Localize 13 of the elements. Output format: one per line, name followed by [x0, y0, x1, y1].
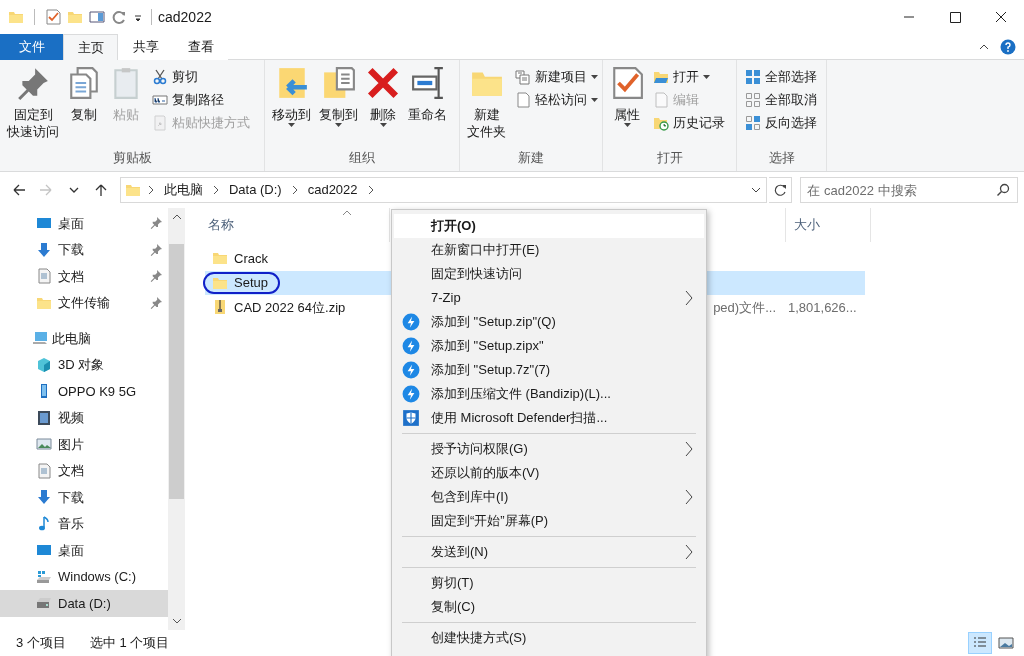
file-name: Crack	[234, 249, 268, 268]
group-label: 打开	[655, 148, 684, 167]
item-count: 3 个项目	[16, 634, 66, 653]
group-label: 组织	[348, 148, 376, 167]
group-label: 选择	[767, 148, 796, 167]
group-label: 剪贴板	[111, 148, 153, 167]
file-size: 1,801,626...	[788, 299, 857, 315]
selection-count: 选中 1 个项目	[89, 634, 170, 653]
group-label: 新建	[517, 148, 545, 167]
file-name: CAD 2022 64位.zip	[234, 298, 346, 317]
file-name: Setup	[234, 274, 268, 292]
file-type: ped)文件...	[713, 298, 776, 317]
window-title: cad2022	[158, 7, 213, 27]
